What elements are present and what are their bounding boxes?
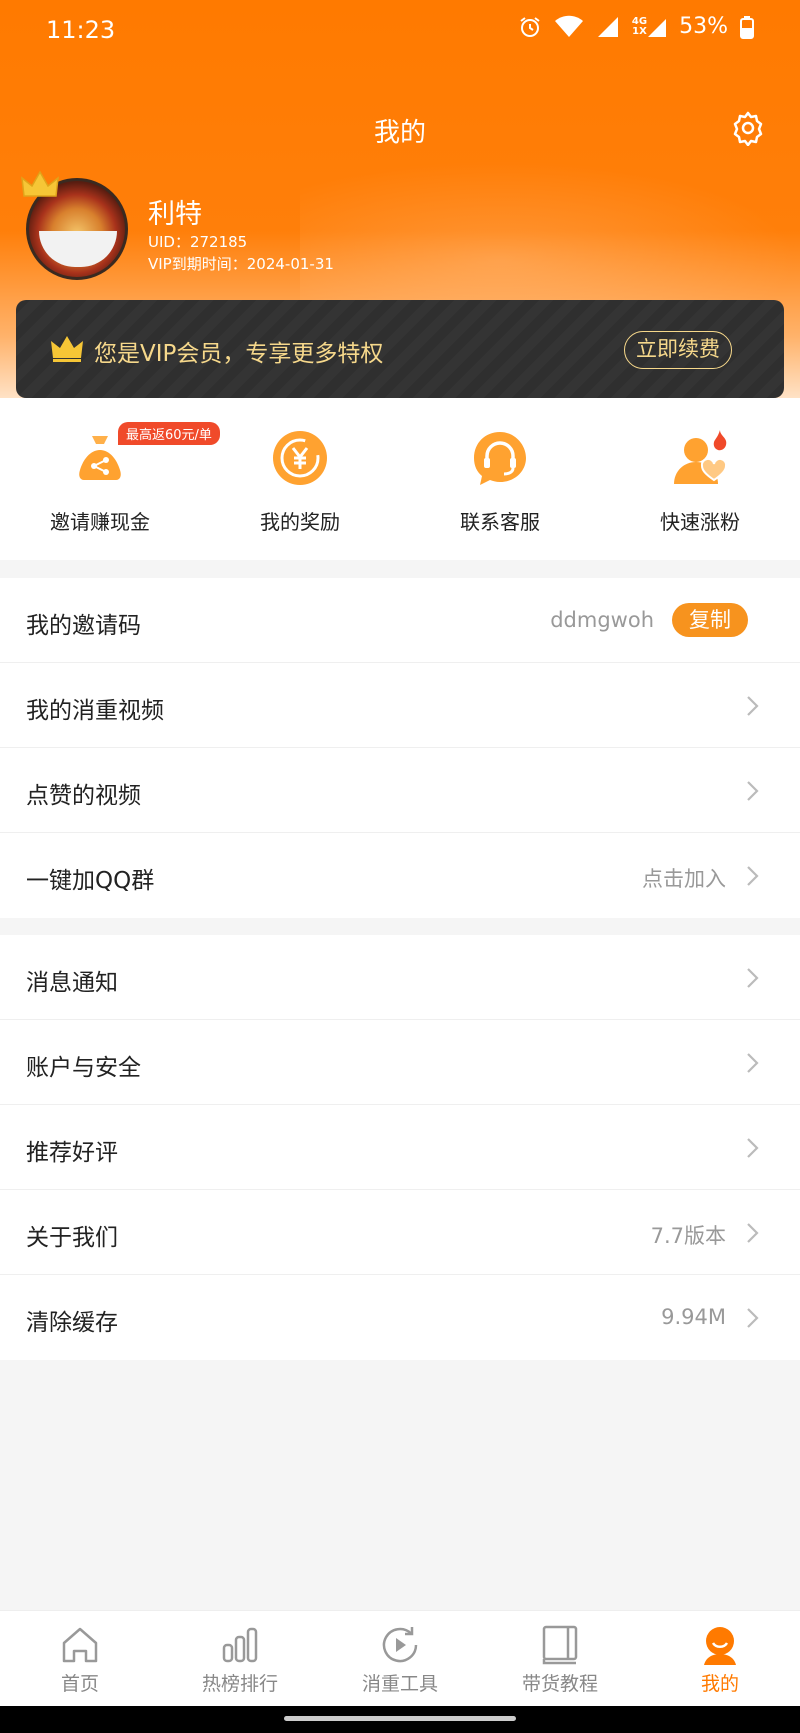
network-type: 4G 1X <box>632 16 667 38</box>
list-row-invite-code: 我的邀请码 ddmgwoh 复制 <box>0 578 800 663</box>
vip-banner-text: 您是VIP会员，专享更多特权 <box>94 341 384 367</box>
signal-2-icon <box>648 18 667 37</box>
system-nav-area <box>0 1706 800 1733</box>
row-label: 推荐好评 <box>26 1140 118 1166</box>
quick-action-grow-fans[interactable]: 快速涨粉 <box>600 428 800 535</box>
quick-action-invite[interactable]: 邀请赚现金 <box>0 428 200 535</box>
copy-invite-code-button[interactable]: 复制 <box>672 603 748 637</box>
status-bar: 11:23 4G 1X 53% <box>0 0 800 64</box>
vip-banner: 您是VIP会员，专享更多特权 立即续费 <box>16 300 784 398</box>
wifi-icon <box>554 15 583 37</box>
quick-action-label: 联系客服 <box>460 510 540 534</box>
home-icon <box>62 1627 98 1663</box>
row-label: 清除缓存 <box>26 1310 118 1336</box>
alarm-icon <box>520 16 540 37</box>
chevron-right-icon <box>747 866 759 886</box>
settings-gear-icon[interactable] <box>730 110 766 146</box>
bar-chart-icon <box>222 1627 258 1663</box>
bottom-tab-bar: 首页 热榜排行 消重工具 带货教程 我的 <box>0 1610 800 1706</box>
avatar-bowl-shape <box>39 231 117 267</box>
tab-sales-tutorial[interactable]: 带货教程 <box>480 1623 640 1696</box>
vip-crown-icon <box>51 336 83 362</box>
row-label: 关于我们 <box>26 1225 118 1251</box>
user-uid: UID：272185 <box>148 233 248 251</box>
chevron-right-icon <box>747 1053 759 1073</box>
money-bag-share-icon <box>79 436 121 480</box>
list-group-secondary: 消息通知 账户与安全 推荐好评 关于我们 7.7版本 清除缓存 9.94M <box>0 935 800 1360</box>
chevron-right-icon <box>747 1308 759 1328</box>
smile-user-icon <box>704 1627 736 1665</box>
row-value: 7.7版本 <box>650 1224 726 1248</box>
user-heart-fire-icon <box>674 430 728 484</box>
quick-action-label: 邀请赚现金 <box>50 510 150 534</box>
list-row-rate-app[interactable]: 推荐好评 <box>0 1105 800 1190</box>
quick-action-label: 快速涨粉 <box>660 510 740 534</box>
tab-label: 我的 <box>700 1673 739 1695</box>
quick-action-rewards[interactable]: 我的奖励 <box>200 428 400 535</box>
battery-icon <box>740 15 754 39</box>
list-row-liked-videos[interactable]: 点赞的视频 <box>0 748 800 833</box>
tab-label: 首页 <box>60 1673 99 1695</box>
list-row-join-qq-group[interactable]: 一键加QQ群 点击加入 <box>0 833 800 918</box>
chevron-right-icon <box>747 781 759 801</box>
status-icons: 4G 1X 53% <box>518 14 754 39</box>
tab-label: 热榜排行 <box>201 1673 278 1695</box>
quick-action-label: 我的奖励 <box>260 510 340 534</box>
quick-actions: 最高返60元/单 邀请赚现金 我的奖励 联系客服 快速涨粉 <box>0 398 800 560</box>
tab-label: 消重工具 <box>361 1673 438 1695</box>
chevron-right-icon <box>747 1138 759 1158</box>
home-indicator[interactable] <box>284 1716 516 1721</box>
signal-icon <box>597 16 618 37</box>
tab-dedup-tool[interactable]: 消重工具 <box>320 1623 480 1696</box>
chevron-right-icon <box>747 696 759 716</box>
list-row-about-us[interactable]: 关于我们 7.7版本 <box>0 1190 800 1275</box>
tab-home[interactable]: 首页 <box>0 1623 160 1696</box>
page-title: 我的 <box>373 118 426 148</box>
battery-percent: 53% <box>679 14 728 39</box>
vip-expire-date: VIP到期时间：2024-01-31 <box>148 255 334 273</box>
row-value: 点击加入 <box>642 867 726 891</box>
list-row-my-videos[interactable]: 我的消重视频 <box>0 663 800 748</box>
invite-code-value: ddmgwoh <box>550 608 654 632</box>
chevron-right-icon <box>747 968 759 988</box>
list-group-primary: 我的邀请码 ddmgwoh 复制 我的消重视频 点赞的视频 一键加QQ群 点击加… <box>0 578 800 918</box>
status-time: 11:23 <box>46 16 116 44</box>
row-label: 消息通知 <box>26 970 118 996</box>
yuan-coin-icon <box>273 431 327 485</box>
list-row-notifications[interactable]: 消息通知 <box>0 935 800 1020</box>
book-icon <box>542 1625 578 1665</box>
row-label: 点赞的视频 <box>26 783 141 809</box>
headset-icon <box>474 432 526 485</box>
tab-label: 带货教程 <box>521 1673 598 1695</box>
row-label: 我的消重视频 <box>26 698 164 724</box>
chevron-right-icon <box>747 1223 759 1243</box>
row-label: 一键加QQ群 <box>26 868 155 894</box>
quick-action-support[interactable]: 联系客服 <box>400 428 600 535</box>
list-row-account-security[interactable]: 账户与安全 <box>0 1020 800 1105</box>
list-row-clear-cache[interactable]: 清除缓存 9.94M <box>0 1275 800 1360</box>
tab-hot-ranking[interactable]: 热榜排行 <box>160 1623 320 1696</box>
play-refresh-icon <box>382 1627 418 1663</box>
row-value: 9.94M <box>661 1305 726 1329</box>
user-name: 利特 <box>148 199 202 230</box>
row-label: 账户与安全 <box>26 1055 141 1081</box>
row-label: 我的邀请码 <box>26 613 141 639</box>
tab-mine[interactable]: 我的 <box>640 1623 800 1696</box>
renew-vip-button[interactable]: 立即续费 <box>624 331 732 369</box>
crown-icon <box>21 170 59 197</box>
